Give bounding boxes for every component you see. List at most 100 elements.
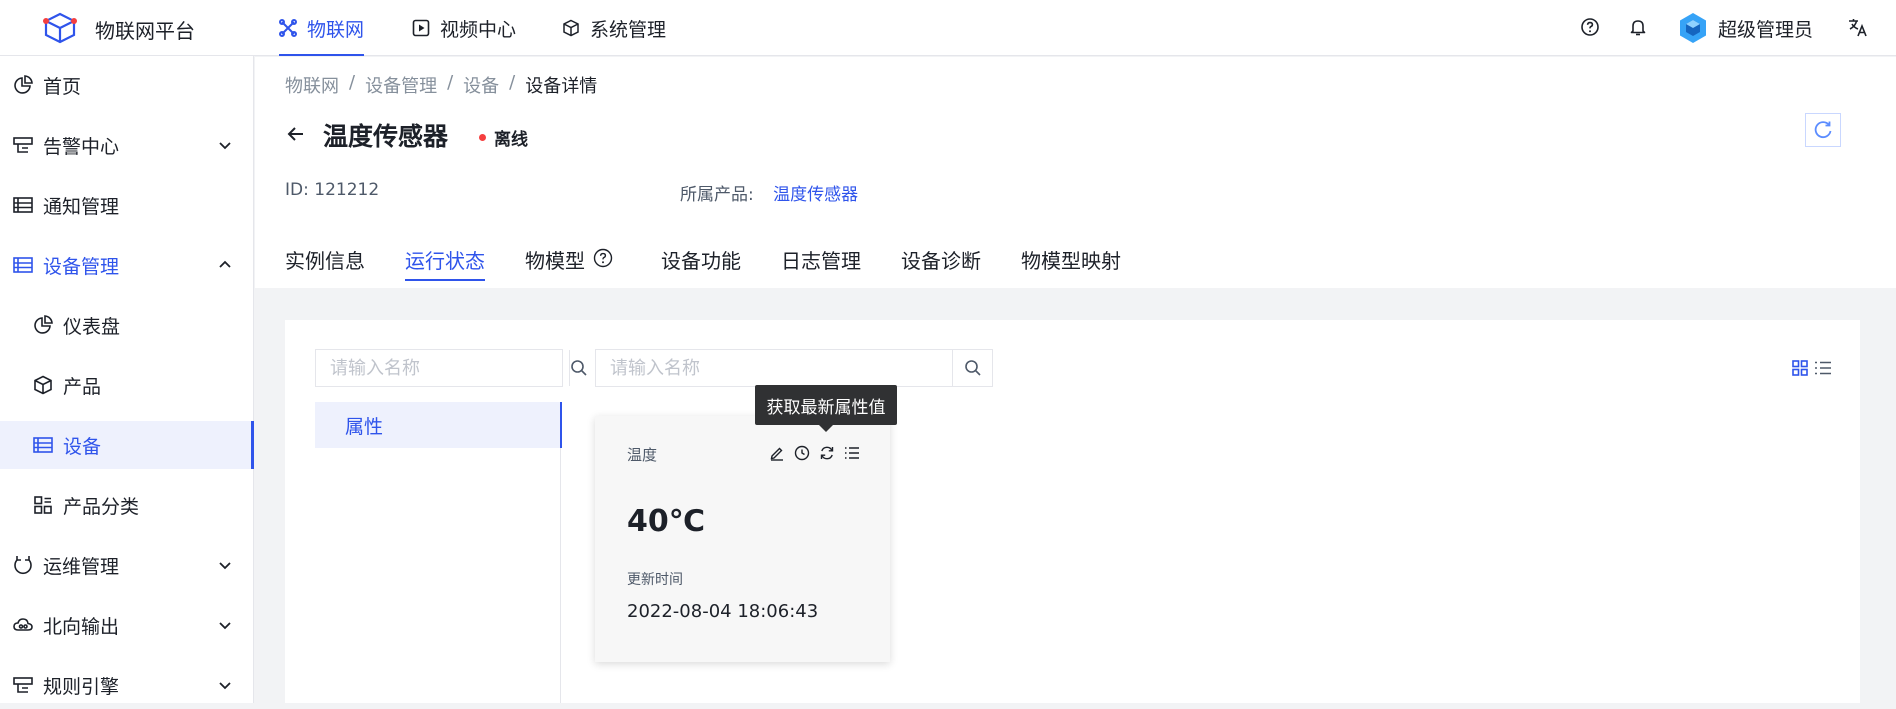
list-box-icon bbox=[12, 194, 34, 216]
sidebar-item-label: 首页 bbox=[43, 75, 82, 98]
status-text: 离线 bbox=[494, 130, 528, 150]
topnav-video[interactable]: 视频中心 bbox=[412, 0, 516, 56]
top-bar: 物联网平台 物联网 视频中心 系统管理 超级管理员 bbox=[0, 0, 1896, 56]
sidebar-item-ops[interactable]: 运维管理 bbox=[0, 541, 254, 589]
run-status-panel: 属性 温度 40℃ 更新时间 2022-08-04 18:06:43 bbox=[285, 320, 1860, 703]
chevron-down-icon bbox=[216, 136, 234, 154]
sidebar-item-label: 产品 bbox=[63, 375, 102, 398]
sidebar-item-device-mgmt[interactable]: 设备管理 bbox=[0, 241, 254, 289]
tab-bar: 实例信息 运行状态 物模型 设备功能 日志管理 设备诊断 物模型映射 bbox=[285, 237, 1161, 288]
product-link[interactable]: 温度传感器 bbox=[773, 185, 858, 205]
property-type-list: 属性 bbox=[315, 402, 562, 703]
user-name: 超级管理员 bbox=[1718, 18, 1814, 41]
tab-model-mapping[interactable]: 物模型映射 bbox=[1021, 237, 1121, 288]
sidebar-item-label: 通知管理 bbox=[43, 195, 120, 218]
sidebar-item-label: 设备管理 bbox=[43, 255, 120, 278]
card-actions bbox=[768, 444, 861, 462]
topnav-iot[interactable]: 物联网 bbox=[279, 0, 365, 56]
device-list-icon bbox=[32, 434, 54, 456]
detail-list-icon[interactable] bbox=[843, 444, 861, 462]
topnav-label: 视频中心 bbox=[440, 18, 517, 41]
sidebar-item-notify[interactable]: 通知管理 bbox=[0, 181, 254, 229]
tab-log-mgmt[interactable]: 日志管理 bbox=[781, 237, 861, 288]
app-title: 物联网平台 bbox=[95, 19, 195, 43]
search-button[interactable] bbox=[952, 350, 992, 386]
property-card: 温度 40℃ 更新时间 2022-08-04 18:06:43 bbox=[595, 416, 890, 662]
sidebar-item-northbound[interactable]: 北向输出 bbox=[0, 601, 254, 649]
status-badge: 离线 bbox=[479, 125, 528, 150]
refresh-button[interactable] bbox=[1805, 113, 1841, 147]
update-time-label: 更新时间 bbox=[627, 572, 683, 588]
avatar bbox=[1678, 12, 1708, 44]
right-search-input[interactable] bbox=[596, 350, 952, 386]
sidebar-item-rules[interactable]: 规则引擎 bbox=[0, 661, 254, 709]
sidebar-item-label: 产品分类 bbox=[63, 495, 140, 518]
breadcrumb-separator: / bbox=[509, 72, 516, 93]
rule-engine-icon bbox=[12, 674, 34, 696]
property-value: 40℃ bbox=[627, 504, 706, 539]
tooltip: 获取最新属性值 bbox=[755, 385, 897, 432]
back-arrow-icon[interactable] bbox=[283, 121, 309, 147]
right-search bbox=[595, 349, 993, 387]
user-menu[interactable]: 超级管理员 bbox=[1678, 10, 1813, 46]
tab-label: 设备功能 bbox=[661, 249, 741, 273]
breadcrumb-separator: / bbox=[349, 72, 356, 93]
refresh-icon[interactable] bbox=[818, 444, 836, 462]
device-mgmt-icon bbox=[12, 254, 34, 276]
sidebar-item-dashboard[interactable]: 仪表盘 bbox=[0, 301, 254, 349]
device-id-value: 121212 bbox=[314, 180, 380, 200]
device-id: ID: 121212 bbox=[285, 180, 379, 200]
page-title: 温度传感器 bbox=[323, 122, 449, 151]
page-header: 物联网 / 设备管理 / 设备 / 设备详情 温度传感器 离线 ID: 1212… bbox=[255, 57, 1896, 288]
iot-icon bbox=[279, 19, 297, 37]
device-id-label: ID: bbox=[285, 180, 309, 200]
sidebar-item-label: 规则引擎 bbox=[43, 675, 120, 698]
video-icon bbox=[412, 19, 430, 37]
tab-run-status[interactable]: 运行状态 bbox=[405, 237, 485, 288]
sidebar-item-home[interactable]: 首页 bbox=[0, 61, 254, 109]
list-view-icon[interactable] bbox=[1814, 360, 1832, 376]
left-search-input[interactable] bbox=[316, 350, 569, 386]
logo-icon[interactable] bbox=[42, 12, 78, 44]
sidebar-item-product[interactable]: 产品 bbox=[0, 361, 254, 409]
tab-instance-info[interactable]: 实例信息 bbox=[285, 237, 365, 288]
history-clock-icon[interactable] bbox=[793, 444, 811, 462]
bell-icon[interactable] bbox=[1625, 14, 1651, 40]
sidebar: 首页 告警中心 通知管理 设备管理 仪表盘 产品 设备 产品分类 运维管理 北向… bbox=[0, 56, 254, 703]
breadcrumb-separator: / bbox=[447, 72, 454, 93]
help-icon[interactable] bbox=[593, 248, 613, 268]
cloud-link-icon bbox=[12, 614, 34, 636]
sidebar-item-label: 仪表盘 bbox=[63, 315, 121, 338]
tab-device-function[interactable]: 设备功能 bbox=[661, 237, 741, 288]
card-view-icon[interactable] bbox=[1792, 360, 1808, 376]
sidebar-item-label: 运维管理 bbox=[43, 555, 120, 578]
sidebar-item-device[interactable]: 设备 bbox=[0, 421, 254, 469]
search-button[interactable] bbox=[569, 350, 588, 386]
update-time: 2022-08-04 18:06:43 bbox=[627, 601, 819, 622]
breadcrumb-link[interactable]: 物联网 bbox=[285, 72, 339, 98]
sidebar-item-category[interactable]: 产品分类 bbox=[0, 481, 254, 529]
sidebar-item-alarm[interactable]: 告警中心 bbox=[0, 121, 254, 169]
tab-label: 设备诊断 bbox=[901, 249, 981, 273]
search-icon bbox=[964, 359, 982, 377]
list-item-label: 属性 bbox=[345, 415, 384, 438]
breadcrumb-link[interactable]: 设备 bbox=[463, 72, 499, 98]
chevron-down-icon bbox=[216, 556, 234, 574]
tab-label: 实例信息 bbox=[285, 249, 365, 273]
edit-icon[interactable] bbox=[768, 444, 786, 462]
translate-icon[interactable] bbox=[1845, 14, 1871, 40]
tab-thing-model[interactable]: 物模型 bbox=[525, 237, 613, 288]
tab-label: 物模型 bbox=[525, 249, 585, 273]
breadcrumb-link[interactable]: 设备管理 bbox=[365, 72, 437, 98]
help-icon[interactable] bbox=[1577, 14, 1603, 40]
tab-label: 日志管理 bbox=[781, 249, 861, 273]
cube-icon bbox=[562, 19, 580, 37]
topnav-label: 物联网 bbox=[307, 18, 365, 41]
list-item-property[interactable]: 属性 bbox=[315, 402, 562, 448]
chevron-up-icon bbox=[216, 256, 234, 274]
pie-chart-icon bbox=[12, 74, 34, 96]
tab-diagnosis[interactable]: 设备诊断 bbox=[901, 237, 981, 288]
breadcrumb-current: 设备详情 bbox=[525, 76, 598, 97]
topnav-system[interactable]: 系统管理 bbox=[562, 0, 666, 56]
category-icon bbox=[32, 494, 54, 516]
